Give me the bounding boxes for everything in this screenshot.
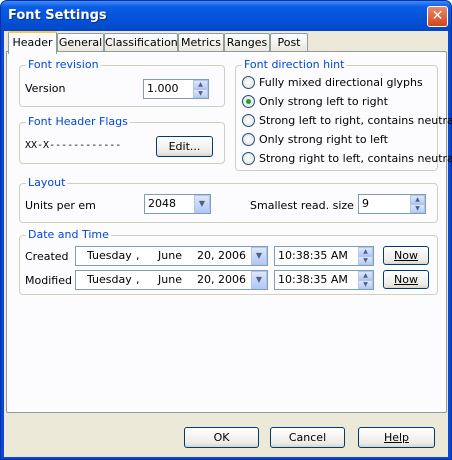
spin-down-icon[interactable]: ▼ bbox=[410, 204, 425, 213]
created-time: 10:38:35 AM bbox=[278, 249, 348, 262]
spin-down-icon[interactable]: ▼ bbox=[358, 280, 373, 289]
modified-time-spin-buttons[interactable]: ▲ ▼ bbox=[358, 271, 373, 289]
tab-metrics-label: Metrics bbox=[181, 36, 221, 49]
font-direction-group: Font direction hint Fully mixed directio… bbox=[235, 58, 452, 171]
tab-post-label: Post bbox=[277, 36, 301, 49]
radio-icon[interactable] bbox=[242, 152, 255, 165]
close-icon: ✕ bbox=[431, 8, 444, 24]
created-separator: , bbox=[136, 249, 140, 262]
modified-date-picker[interactable]: Tuesday , June 20, 2006 ▼ bbox=[75, 270, 268, 290]
layout-group: Layout Units per em 2048 ▼ Smallest read… bbox=[19, 176, 438, 223]
tab-metrics[interactable]: Metrics bbox=[178, 33, 224, 52]
layout-title: Layout bbox=[26, 176, 68, 189]
direction-option-label: Only strong left to right bbox=[259, 95, 388, 108]
window-title: Font Settings bbox=[8, 8, 107, 23]
version-spin-buttons[interactable]: ▲ ▼ bbox=[193, 80, 208, 98]
font-revision-group: Font revision Version 1.000 ▲ ▼ bbox=[19, 58, 225, 107]
tab-post[interactable]: Post bbox=[270, 33, 308, 52]
modified-date: 20, 2006 bbox=[197, 273, 246, 286]
smallest-read-size-value: 9 bbox=[362, 197, 369, 210]
edit-flags-label: Edit... bbox=[168, 140, 201, 153]
tab-general[interactable]: General bbox=[57, 33, 104, 52]
created-time-spin-buttons[interactable]: ▲ ▼ bbox=[358, 247, 373, 265]
modified-time: 10:38:35 AM bbox=[278, 273, 348, 286]
cancel-button[interactable]: Cancel bbox=[270, 427, 345, 448]
font-direction-title: Font direction hint bbox=[242, 58, 347, 71]
help-button[interactable]: Help bbox=[358, 427, 435, 448]
direction-option-label: Strong left to right, contains neutrals bbox=[259, 114, 452, 127]
modified-separator: , bbox=[136, 273, 140, 286]
version-spinbox[interactable]: 1.000 ▲ ▼ bbox=[143, 79, 209, 99]
font-header-flags-group: Font Header Flags XX-X------------ Edit.… bbox=[19, 115, 225, 164]
spin-down-icon[interactable]: ▼ bbox=[358, 256, 373, 265]
smallest-read-size-spinbox[interactable]: 9 ▲ ▼ bbox=[358, 194, 426, 214]
tab-classification[interactable]: Classification bbox=[104, 33, 178, 52]
units-per-em-label: Units per em bbox=[25, 199, 96, 212]
help-label: Help bbox=[383, 431, 410, 444]
spin-up-icon[interactable]: ▲ bbox=[410, 195, 425, 204]
modified-day: Tuesday bbox=[87, 273, 132, 286]
created-month: June bbox=[158, 249, 182, 262]
header-tab-panel: Font revision Version 1.000 ▲ ▼ Font Head… bbox=[6, 51, 452, 413]
radio-icon[interactable] bbox=[242, 76, 255, 89]
direction-option-label: Strong right to left, contains neutrals bbox=[259, 152, 452, 165]
created-now-button[interactable]: Now bbox=[383, 246, 429, 265]
font-settings-window: Font Settings ✕ Header General Classific… bbox=[0, 0, 452, 460]
title-bar[interactable]: Font Settings ✕ bbox=[1, 1, 451, 31]
ok-label: OK bbox=[213, 431, 230, 444]
smallest-spin-buttons[interactable]: ▲ ▼ bbox=[410, 195, 425, 213]
cancel-label: Cancel bbox=[288, 431, 327, 444]
modified-label: Modified bbox=[25, 274, 72, 287]
edit-flags-button[interactable]: Edit... bbox=[156, 136, 213, 157]
spin-up-icon[interactable]: ▲ bbox=[193, 80, 208, 89]
direction-option-label: Only strong right to left bbox=[259, 133, 388, 146]
created-day: Tuesday bbox=[87, 249, 132, 262]
tab-general-label: General bbox=[58, 36, 103, 49]
direction-option-label: Fully mixed directional glyphs bbox=[259, 76, 423, 89]
tab-header-label: Header bbox=[12, 36, 53, 49]
version-value: 1.000 bbox=[147, 82, 179, 95]
radio-checked-icon[interactable] bbox=[242, 95, 255, 108]
chevron-down-icon[interactable]: ▼ bbox=[194, 195, 210, 213]
radio-icon[interactable] bbox=[242, 114, 255, 127]
font-header-flags-title: Font Header Flags bbox=[26, 115, 130, 128]
chevron-down-icon[interactable]: ▼ bbox=[251, 247, 267, 265]
tab-ranges-label: Ranges bbox=[226, 36, 268, 49]
font-revision-title: Font revision bbox=[26, 58, 101, 71]
tab-classification-label: Classification bbox=[105, 36, 178, 49]
units-per-em-value: 2048 bbox=[148, 197, 176, 210]
chevron-down-icon[interactable]: ▼ bbox=[251, 271, 267, 289]
flags-value: XX-X------------ bbox=[25, 140, 122, 151]
spin-up-icon[interactable]: ▲ bbox=[358, 271, 373, 280]
modified-now-label: Now bbox=[394, 273, 418, 286]
radio-icon[interactable] bbox=[242, 133, 255, 146]
version-label: Version bbox=[25, 82, 66, 95]
spin-up-icon[interactable]: ▲ bbox=[358, 247, 373, 256]
date-time-title: Date and Time bbox=[26, 228, 111, 241]
close-button[interactable]: ✕ bbox=[427, 6, 448, 27]
ok-button[interactable]: OK bbox=[184, 427, 259, 448]
modified-month: June bbox=[158, 273, 182, 286]
units-per-em-select[interactable]: 2048 ▼ bbox=[144, 194, 211, 214]
modified-time-spinbox[interactable]: 10:38:35 AM ▲ ▼ bbox=[274, 270, 374, 290]
smallest-read-size-label: Smallest read. size bbox=[250, 199, 354, 212]
created-date: 20, 2006 bbox=[197, 249, 246, 262]
modified-now-button[interactable]: Now bbox=[383, 270, 429, 289]
tab-ranges[interactable]: Ranges bbox=[224, 33, 270, 52]
created-now-label: Now bbox=[394, 249, 418, 262]
created-date-picker[interactable]: Tuesday , June 20, 2006 ▼ bbox=[75, 246, 268, 266]
spin-down-icon[interactable]: ▼ bbox=[193, 89, 208, 98]
created-label: Created bbox=[25, 250, 69, 263]
date-time-group: Date and Time Created Tuesday , June 20,… bbox=[19, 228, 438, 295]
dialog-client: Header General Classification Metrics Ra… bbox=[4, 31, 452, 457]
tab-header[interactable]: Header bbox=[8, 31, 57, 54]
created-time-spinbox[interactable]: 10:38:35 AM ▲ ▼ bbox=[274, 246, 374, 266]
